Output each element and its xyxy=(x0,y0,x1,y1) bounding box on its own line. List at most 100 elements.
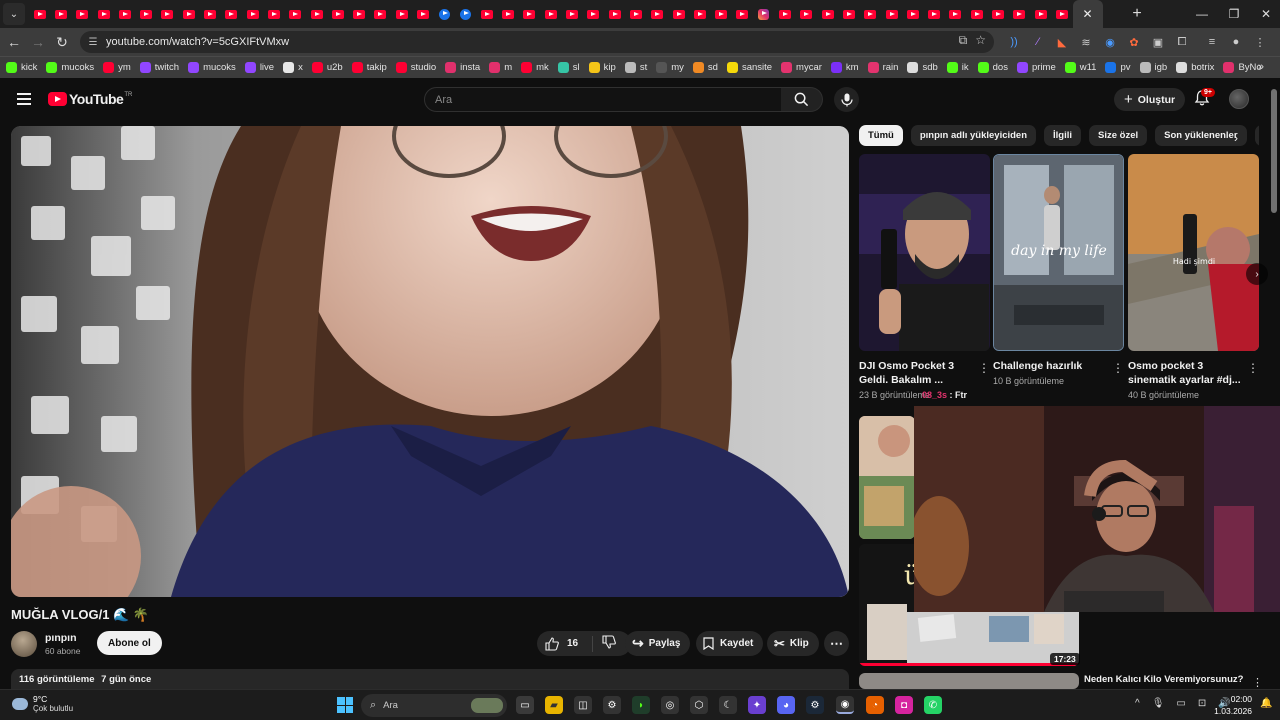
github-icon[interactable]: ◎ xyxy=(661,696,679,714)
filter-chip[interactable]: İlgili xyxy=(1044,125,1082,146)
browser-tab[interactable] xyxy=(157,0,178,28)
filter-chip[interactable]: Tümü xyxy=(859,125,903,146)
bookmark-item[interactable]: takip xyxy=(351,62,387,73)
browser-tab[interactable] xyxy=(1030,0,1051,28)
page-scrollbar[interactable] xyxy=(1271,89,1277,213)
browser-tab[interactable] xyxy=(668,0,689,28)
close-window-icon[interactable]: ✕ xyxy=(1250,0,1280,28)
subscribe-button[interactable]: Abone ol xyxy=(97,631,162,655)
browser-menu-icon[interactable]: ⋮ xyxy=(1250,32,1270,52)
browser-tab[interactable] xyxy=(285,0,306,28)
minimize-icon[interactable]: — xyxy=(1186,0,1218,28)
side-video-title[interactable]: Neden Kalıcı Kilo Veremiyorsunuz? xyxy=(1084,674,1243,685)
bookmark-item[interactable]: sdb xyxy=(907,62,938,73)
chevron-right-icon[interactable]: › xyxy=(1234,131,1238,145)
browser-tab[interactable] xyxy=(732,0,753,28)
browser-tab[interactable] xyxy=(1051,0,1072,28)
more-options-icon[interactable]: ⋮ xyxy=(978,361,990,375)
reading-list-icon[interactable]: ≡ xyxy=(1202,32,1222,52)
browser-tab[interactable] xyxy=(604,0,625,28)
dislike-button[interactable] xyxy=(593,635,616,652)
channel-avatar[interactable] xyxy=(11,631,37,657)
tab-search-button[interactable]: ⌄ xyxy=(3,3,25,25)
bookmark-item[interactable]: prime xyxy=(1016,62,1056,73)
browser-tab[interactable] xyxy=(860,0,881,28)
extension-icon[interactable]: ◉ xyxy=(1100,32,1120,52)
bookmark-item[interactable]: sansite xyxy=(726,62,772,73)
bookmark-item[interactable]: dos xyxy=(977,62,1008,73)
bookmark-item[interactable]: mk xyxy=(521,62,549,73)
bookmark-item[interactable]: st xyxy=(624,62,647,73)
video-thumbnail[interactable] xyxy=(859,154,990,351)
bookmark-item[interactable]: w11 xyxy=(1064,62,1096,73)
browser-tab[interactable] xyxy=(881,0,902,28)
side-video-thumbnail[interactable] xyxy=(859,673,1079,689)
browser-tab[interactable] xyxy=(50,0,71,28)
browser-tab[interactable] xyxy=(817,0,838,28)
browser-tab[interactable] xyxy=(178,0,199,28)
extension-icon[interactable]: ✿ xyxy=(1124,32,1144,52)
taskbar-search[interactable]: ⌕ Ara xyxy=(361,694,507,717)
chrome-icon[interactable]: ◉ xyxy=(836,696,854,714)
browser-tab[interactable] xyxy=(838,0,859,28)
browser-tab[interactable] xyxy=(434,0,455,28)
task-view-icon[interactable]: ▭ xyxy=(516,696,534,714)
weather-widget[interactable]: 9°C Çok bulutlu xyxy=(12,694,73,713)
browser-tab[interactable] xyxy=(135,0,156,28)
browser-tab[interactable] xyxy=(199,0,220,28)
search-button[interactable] xyxy=(781,87,823,112)
bookmark-item[interactable]: u2b xyxy=(311,62,343,73)
instagram-icon[interactable]: ◘ xyxy=(895,696,913,714)
video-player[interactable] xyxy=(11,126,849,597)
bookmark-item[interactable]: mucoks xyxy=(46,62,94,73)
display-icon[interactable]: ▭ xyxy=(1176,698,1185,709)
chevron-right-icon[interactable]: › xyxy=(1246,263,1268,285)
browser-tab[interactable] xyxy=(711,0,732,28)
close-tab-icon[interactable]: ✕ xyxy=(1083,7,1093,21)
browser-tab[interactable] xyxy=(114,0,135,28)
bookmark-item[interactable]: mycar xyxy=(781,62,822,73)
clock[interactable]: 02:00 1.03.2026 xyxy=(1212,693,1252,717)
network-icon[interactable]: ⊡ xyxy=(1198,698,1206,709)
notification-bell-icon[interactable]: 🔔 xyxy=(1260,698,1272,709)
bookmark-item[interactable]: twitch xyxy=(139,62,179,73)
browser-tab[interactable] xyxy=(945,0,966,28)
browser-tab[interactable] xyxy=(987,0,1008,28)
browser-tab[interactable] xyxy=(774,0,795,28)
browser-tab[interactable] xyxy=(412,0,433,28)
browser-tab[interactable] xyxy=(498,0,519,28)
extension-icon[interactable]: ≋ xyxy=(1076,32,1096,52)
bookmark-item[interactable]: my xyxy=(656,62,684,73)
extension-icon[interactable]: ◣ xyxy=(1052,32,1072,52)
browser-tab[interactable] xyxy=(902,0,923,28)
related-video-title[interactable]: Osmo pocket 3 sinematik ayarlar #dj... xyxy=(1128,359,1243,387)
related-video-card[interactable]: day in my life Challenge hazırlık 10 B g… xyxy=(993,154,1124,386)
bookmark-item[interactable]: insta xyxy=(445,62,480,73)
browser-tab[interactable] xyxy=(327,0,348,28)
bookmark-star-icon[interactable]: ☆ xyxy=(975,33,986,48)
voice-search-button[interactable] xyxy=(834,87,859,112)
browser-tab[interactable] xyxy=(29,0,50,28)
reload-icon[interactable]: ↻ xyxy=(50,30,74,54)
app-icon[interactable]: ⬡ xyxy=(690,696,708,714)
save-button[interactable]: Kaydet xyxy=(696,631,764,656)
bookmark-item[interactable]: studio xyxy=(395,62,436,73)
browser-tab[interactable] xyxy=(306,0,327,28)
bookmark-item[interactable]: kip xyxy=(588,62,616,73)
bookmark-item[interactable]: ym xyxy=(103,62,131,73)
browser-tab[interactable] xyxy=(583,0,604,28)
browser-tab[interactable] xyxy=(1009,0,1030,28)
more-actions-button[interactable]: ⋯ xyxy=(824,631,849,656)
profile-icon[interactable]: ● xyxy=(1226,32,1246,52)
app-icon[interactable]: ◗ xyxy=(632,696,650,714)
browser-tab[interactable] xyxy=(93,0,114,28)
browser-tab[interactable] xyxy=(455,0,476,28)
bookmark-item[interactable]: igb xyxy=(1139,62,1167,73)
new-tab-button[interactable]: + xyxy=(1125,2,1149,26)
bookmark-item[interactable]: kick xyxy=(6,62,37,73)
channel-name[interactable]: pınpın xyxy=(45,632,77,644)
file-explorer-icon[interactable]: ▰ xyxy=(545,696,563,714)
filter-chip[interactable]: Size özel xyxy=(1089,125,1148,146)
browser-tab[interactable] xyxy=(72,0,93,28)
microphone-icon[interactable]: 🎙 xyxy=(1152,698,1165,709)
